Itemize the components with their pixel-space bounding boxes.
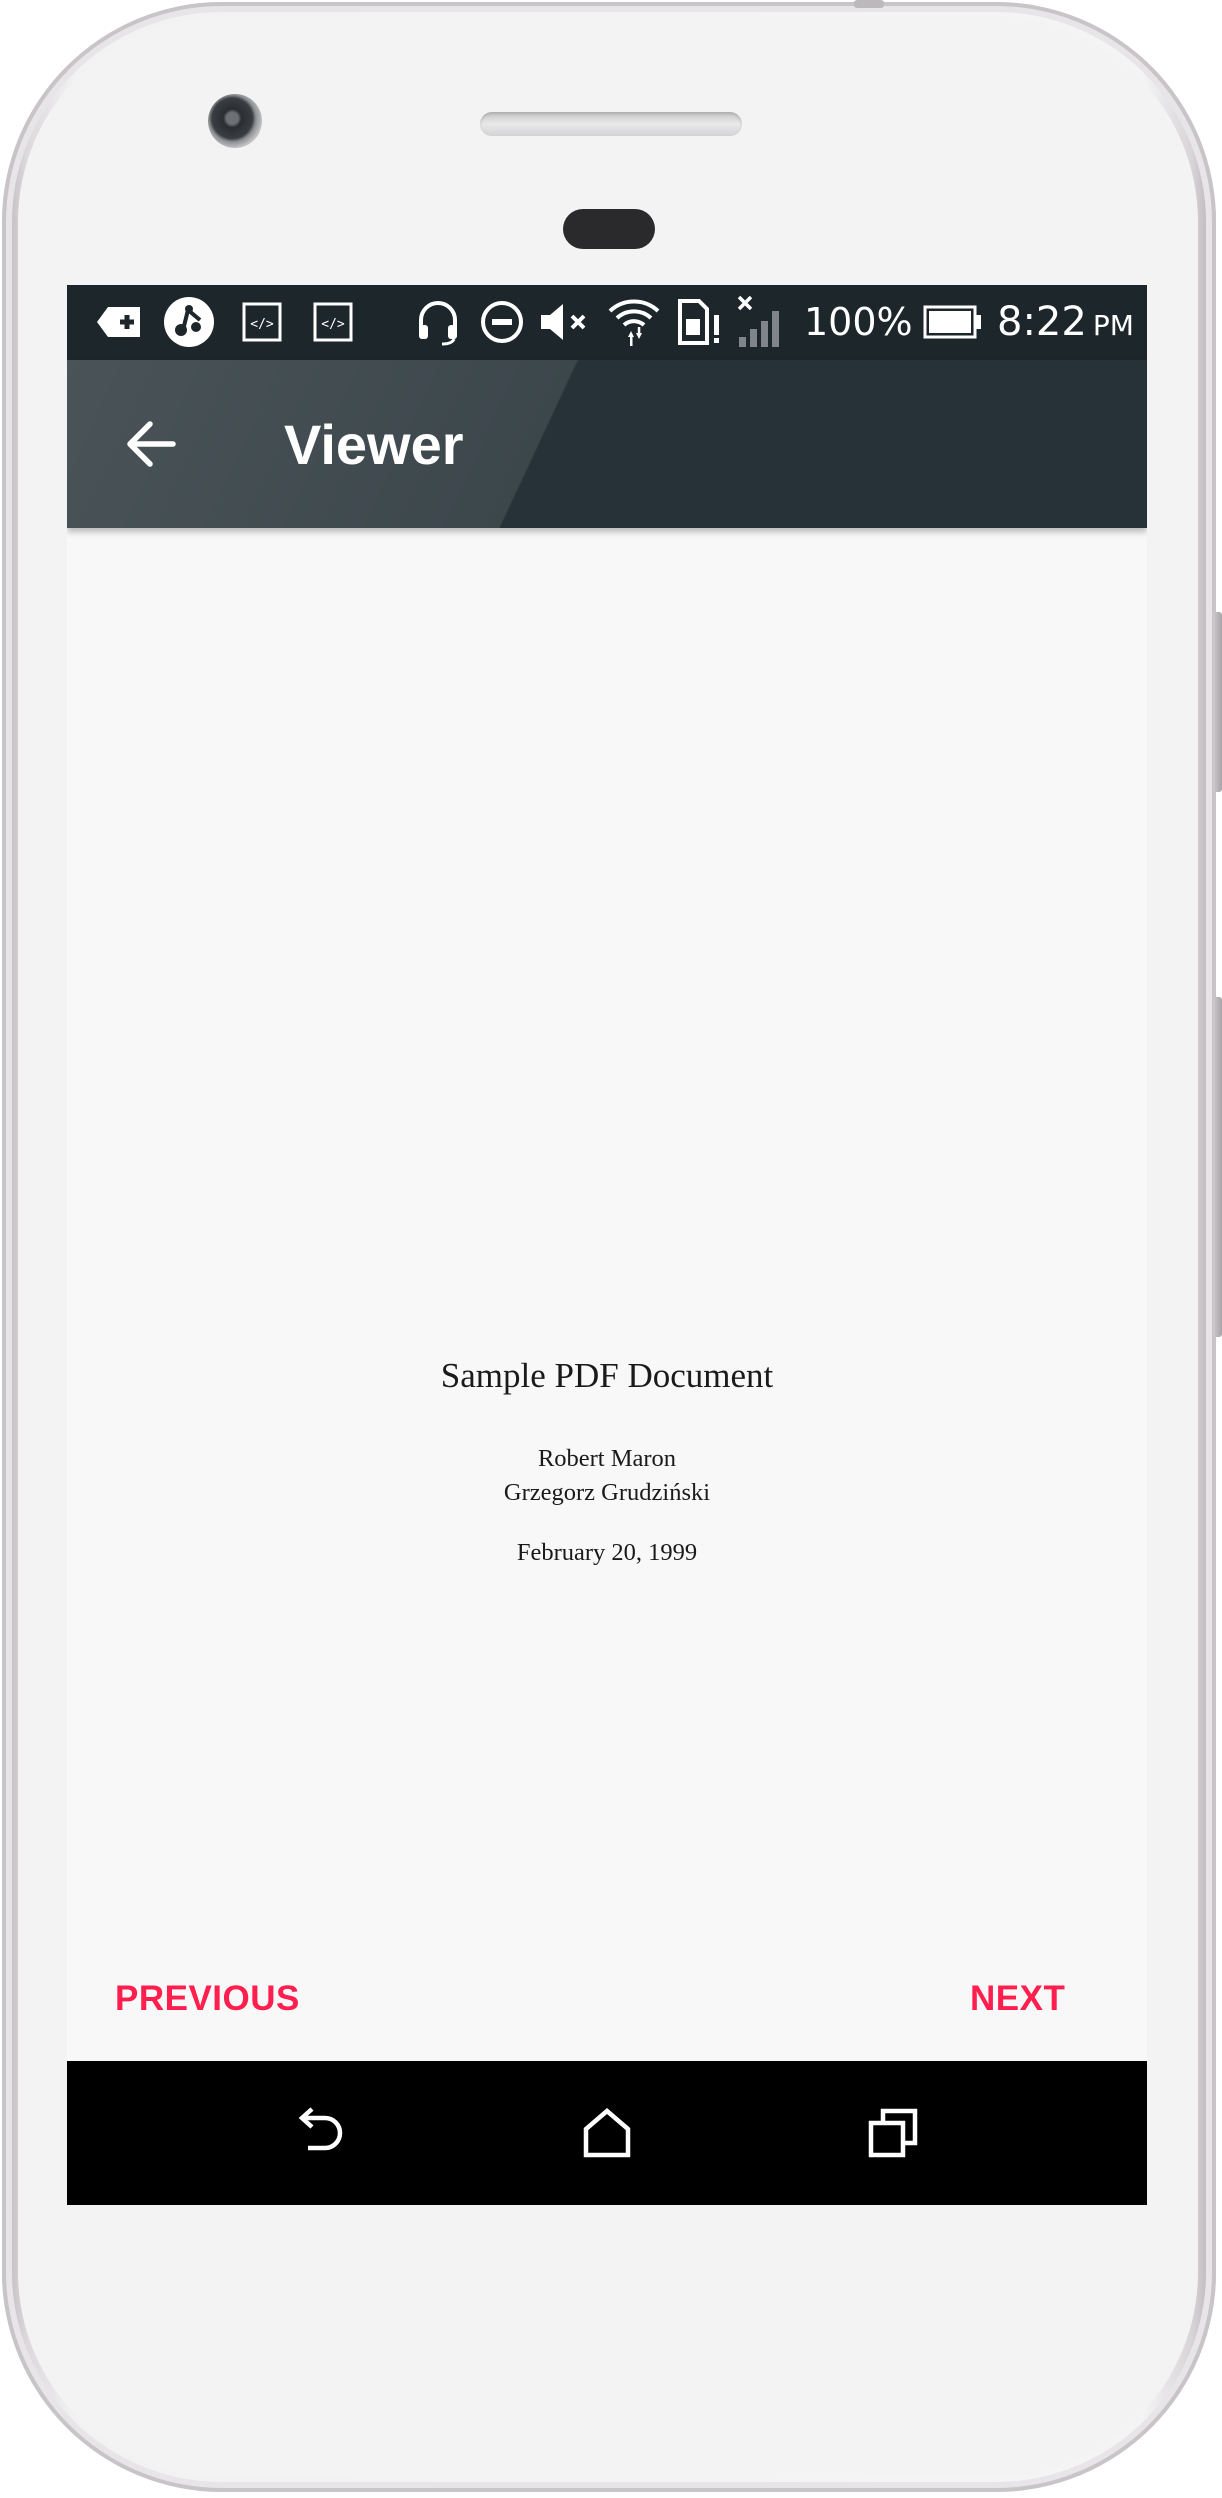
document-author: Robert Maron	[537, 1445, 677, 1472]
do-not-disturb-icon	[478, 297, 526, 347]
music-app-icon	[161, 297, 217, 347]
navigation-bar	[67, 2061, 1147, 2205]
status-clock: 8:22 PM	[997, 293, 1134, 351]
phone-frame: </> </> 100% 8:22 PM Viewer Sample PDF D…	[2, 0, 1222, 2492]
code-window-icon: </>	[311, 297, 355, 347]
signal-no-service-icon	[735, 295, 787, 347]
nav-back-button[interactable]	[275, 2088, 365, 2178]
sim-alert-icon	[677, 297, 723, 347]
document-title: Sample PDF Document	[440, 1356, 774, 1395]
app-bar: Viewer	[67, 360, 1147, 528]
code-window-icon: </>	[240, 297, 284, 347]
add-notification-icon	[95, 297, 143, 347]
svg-text:</>: </>	[321, 317, 345, 332]
wifi-icon	[605, 297, 663, 347]
document-author: Grzegorz Grudziński	[503, 1479, 711, 1506]
top-button	[854, 0, 884, 8]
app-bar-sheen	[67, 360, 1147, 528]
front-camera	[208, 94, 262, 148]
home-icon	[583, 2108, 631, 2158]
battery-percentage: 100%	[804, 300, 913, 344]
document-date: February 20, 1999	[516, 1539, 698, 1566]
battery-icon	[922, 297, 984, 347]
next-page-button[interactable]: NEXT	[970, 1957, 1065, 2041]
status-bar: </> </> 100% 8:22 PM	[67, 285, 1147, 360]
clock-time: 8:22	[997, 299, 1087, 345]
svg-text:</>: </>	[250, 317, 274, 332]
nav-home-button[interactable]	[562, 2088, 652, 2178]
headset-icon	[412, 297, 464, 347]
recents-icon	[868, 2108, 918, 2158]
back-arrow-icon	[127, 421, 176, 467]
pdf-page-view[interactable]: Sample PDF Document Robert Maron Grzegor…	[67, 528, 1147, 1958]
back-icon	[298, 2107, 343, 2151]
previous-page-button[interactable]: PREVIOUS	[115, 1957, 300, 2041]
nav-recents-button[interactable]	[849, 2088, 939, 2178]
earpiece-speaker	[480, 112, 742, 136]
proximity-sensor	[563, 209, 655, 249]
clock-suffix: PM	[1092, 308, 1134, 342]
volume-muted-icon	[537, 297, 593, 347]
page-title: Viewer	[284, 412, 464, 476]
back-button[interactable]	[107, 400, 195, 488]
screen: </> </> 100% 8:22 PM Viewer Sample PDF D…	[67, 285, 1147, 2205]
volume-button	[1213, 997, 1222, 1337]
power-button	[1213, 612, 1222, 792]
